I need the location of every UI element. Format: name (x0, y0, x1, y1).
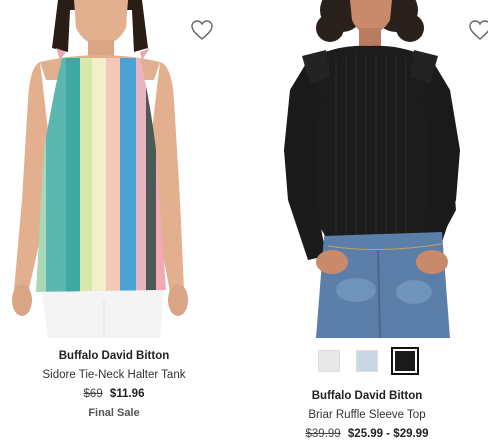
color-swatch[interactable] (391, 347, 419, 375)
color-swatches (246, 347, 488, 375)
color-swatch[interactable] (315, 347, 343, 375)
product-brand[interactable]: Buffalo David Bitton (246, 389, 488, 403)
favorite-heart-icon[interactable] (468, 19, 488, 41)
product-card[interactable]: Buffalo David Bitton Sidore Tie-Neck Hal… (0, 0, 228, 443)
final-sale-label: Final Sale (88, 407, 140, 419)
favorite-heart-icon[interactable] (190, 19, 214, 41)
swatch-color (395, 351, 415, 371)
original-price: $39.99 (305, 428, 341, 440)
color-swatch[interactable] (353, 347, 381, 375)
product-image[interactable] (246, 0, 488, 338)
sale-price: $11.96 (109, 388, 145, 400)
product-name[interactable]: Briar Ruffle Sleeve Top (246, 408, 488, 422)
product-card[interactable]: Buffalo David Bitton Briar Ruffle Sleeve… (246, 0, 488, 443)
product-name[interactable]: Sidore Tie-Neck Halter Tank (0, 368, 228, 382)
product-info: Buffalo David Bitton Briar Ruffle Sleeve… (246, 389, 488, 441)
product-brand[interactable]: Buffalo David Bitton (0, 349, 228, 363)
product-image[interactable] (0, 0, 228, 338)
swatch-color (356, 350, 378, 372)
product-info: Buffalo David Bitton Sidore Tie-Neck Hal… (0, 349, 228, 420)
product-price: $69 $11.96 (0, 387, 228, 401)
product-price: $39.99 $25.99 - $29.99 (246, 427, 488, 441)
swatch-color (318, 350, 340, 372)
sale-price: $25.99 - $29.99 (347, 428, 429, 440)
original-price: $69 (83, 388, 103, 400)
